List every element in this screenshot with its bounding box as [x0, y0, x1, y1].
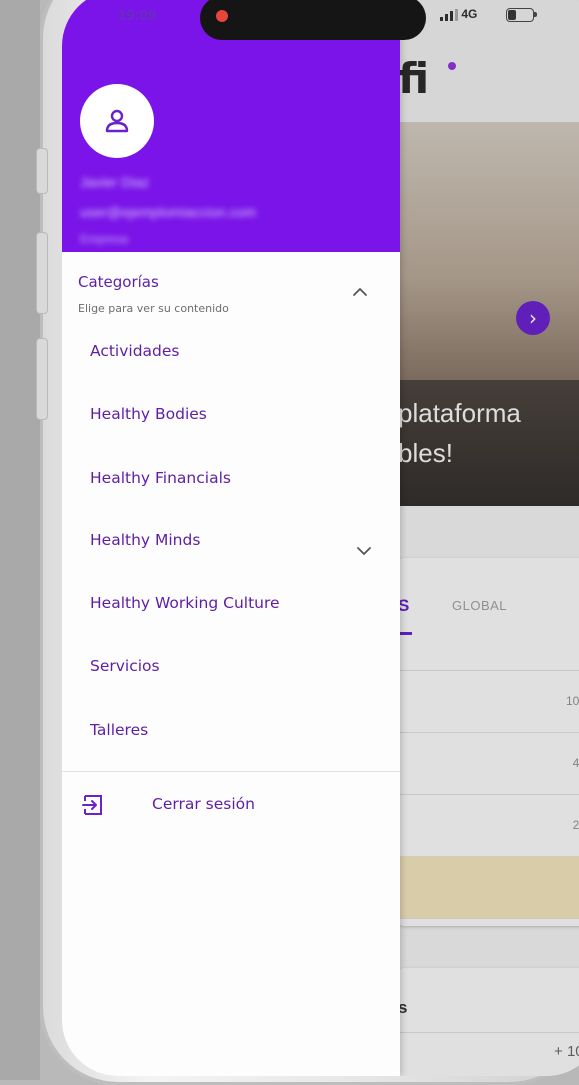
menu-item-talleres[interactable]: Talleres — [90, 721, 148, 739]
menu-item-healthy-minds[interactable]: Healthy Minds — [90, 531, 200, 549]
user-icon — [105, 109, 129, 133]
status-indicators: 4G — [440, 7, 477, 21]
drawer-divider — [62, 771, 400, 772]
logout-label: Cerrar sesión — [152, 795, 255, 813]
volume-up-button — [36, 232, 48, 314]
background-left — [0, 0, 40, 1080]
categories-subtitle: Elige para ver su contenido — [78, 302, 229, 315]
menu-item-healthy-working-culture[interactable]: Healthy Working Culture — [90, 594, 280, 612]
status-time: 19:09 — [118, 7, 157, 24]
network-label: 4G — [461, 7, 478, 21]
battery-fill — [508, 10, 516, 20]
menu-item-actividades[interactable]: Actividades — [90, 342, 180, 360]
categories-title: Categorías — [78, 273, 159, 291]
recording-indicator — [216, 10, 228, 22]
user-company: Empresa — [80, 232, 129, 246]
battery-icon — [506, 8, 534, 22]
menu-item-healthy-bodies[interactable]: Healthy Bodies — [90, 405, 207, 423]
menu-item-servicios[interactable]: Servicios — [90, 657, 160, 675]
navigation-drawer: Javier Diaz user@ejemplomiaccion.com Emp… — [62, 0, 400, 1076]
user-name: Javier Diaz — [80, 174, 150, 190]
user-email: user@ejemplomiaccion.com — [80, 204, 257, 220]
signal-icon — [440, 8, 458, 21]
chevron-up-icon[interactable] — [350, 285, 370, 299]
battery-tip — [534, 12, 537, 17]
volume-down-button — [36, 338, 48, 420]
chevron-down-icon[interactable] — [354, 544, 374, 558]
menu-item-healthy-financials[interactable]: Healthy Financials — [90, 469, 231, 487]
logout-icon — [82, 795, 102, 815]
avatar[interactable] — [80, 84, 154, 158]
phone-screen: fi plataforma bles! › S GLOBAL 100 40 20… — [62, 0, 579, 1076]
mute-switch — [36, 148, 48, 194]
dynamic-island — [200, 0, 426, 40]
